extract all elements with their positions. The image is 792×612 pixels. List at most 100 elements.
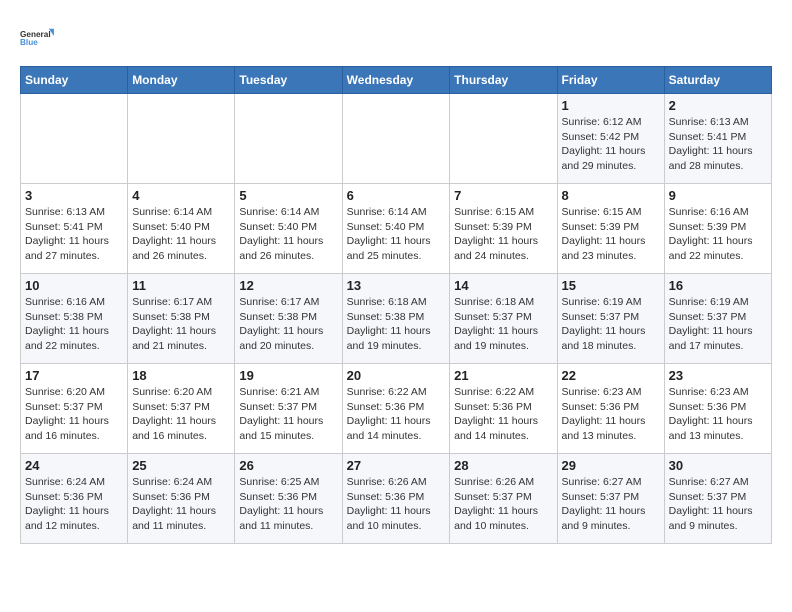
day-info: Sunrise: 6:17 AM Sunset: 5:38 PM Dayligh… [132, 295, 230, 354]
calendar-week-row: 3 Sunrise: 6:13 AM Sunset: 5:41 PM Daylig… [21, 184, 772, 274]
calendar-cell: 19 Sunrise: 6:21 AM Sunset: 5:37 PM Dayli… [235, 364, 342, 454]
day-number: 7 [454, 188, 552, 203]
day-info: Sunrise: 6:22 AM Sunset: 5:36 PM Dayligh… [454, 385, 552, 444]
day-info: Sunrise: 6:22 AM Sunset: 5:36 PM Dayligh… [347, 385, 446, 444]
calendar-cell: 29 Sunrise: 6:27 AM Sunset: 5:37 PM Dayli… [557, 454, 664, 544]
day-info: Sunrise: 6:24 AM Sunset: 5:36 PM Dayligh… [25, 475, 123, 534]
calendar-cell: 26 Sunrise: 6:25 AM Sunset: 5:36 PM Dayli… [235, 454, 342, 544]
calendar-cell: 8Sunrise: 6:15 AM Sunset: 5:39 PM Daylig… [557, 184, 664, 274]
day-number: 8 [562, 188, 660, 203]
day-info: Sunrise: 6:16 AM Sunset: 5:38 PM Dayligh… [25, 295, 123, 354]
day-info: Sunrise: 6:20 AM Sunset: 5:37 PM Dayligh… [132, 385, 230, 444]
calendar-day-header: Wednesday [342, 67, 450, 94]
calendar-cell [342, 94, 450, 184]
calendar-week-row: 10 Sunrise: 6:16 AM Sunset: 5:38 PM Dayli… [21, 274, 772, 364]
calendar-cell: 28Sunrise: 6:26 AM Sunset: 5:37 PM Dayli… [450, 454, 557, 544]
calendar-cell: 21Sunrise: 6:22 AM Sunset: 5:36 PM Dayli… [450, 364, 557, 454]
calendar-cell: 5Sunrise: 6:14 AM Sunset: 5:40 PM Daylig… [235, 184, 342, 274]
day-number: 27 [347, 458, 446, 473]
day-number: 10 [25, 278, 123, 293]
day-info: Sunrise: 6:27 AM Sunset: 5:37 PM Dayligh… [669, 475, 767, 534]
day-info: Sunrise: 6:25 AM Sunset: 5:36 PM Dayligh… [239, 475, 337, 534]
calendar-cell: 12 Sunrise: 6:17 AM Sunset: 5:38 PM Dayli… [235, 274, 342, 364]
day-info: Sunrise: 6:27 AM Sunset: 5:37 PM Dayligh… [562, 475, 660, 534]
calendar-cell: 14Sunrise: 6:18 AM Sunset: 5:37 PM Dayli… [450, 274, 557, 364]
svg-text:Blue: Blue [20, 38, 38, 47]
day-number: 12 [239, 278, 337, 293]
calendar-cell: 11 Sunrise: 6:17 AM Sunset: 5:38 PM Dayli… [128, 274, 235, 364]
day-number: 24 [25, 458, 123, 473]
day-number: 26 [239, 458, 337, 473]
calendar-cell: 25Sunrise: 6:24 AM Sunset: 5:36 PM Dayli… [128, 454, 235, 544]
calendar-week-row: 1 Sunrise: 6:12 AM Sunset: 5:42 PM Daylig… [21, 94, 772, 184]
calendar-body: 1 Sunrise: 6:12 AM Sunset: 5:42 PM Daylig… [21, 94, 772, 544]
calendar-cell: 4Sunrise: 6:14 AM Sunset: 5:40 PM Daylig… [128, 184, 235, 274]
calendar-day-header: Friday [557, 67, 664, 94]
calendar-cell: 17 Sunrise: 6:20 AM Sunset: 5:37 PM Dayli… [21, 364, 128, 454]
calendar-day-header: Tuesday [235, 67, 342, 94]
calendar-day-header: Thursday [450, 67, 557, 94]
day-number: 1 [562, 98, 660, 113]
day-info: Sunrise: 6:20 AM Sunset: 5:37 PM Dayligh… [25, 385, 123, 444]
day-info: Sunrise: 6:16 AM Sunset: 5:39 PM Dayligh… [669, 205, 767, 264]
calendar-cell: 7 Sunrise: 6:15 AM Sunset: 5:39 PM Daylig… [450, 184, 557, 274]
day-number: 29 [562, 458, 660, 473]
calendar-cell: 16Sunrise: 6:19 AM Sunset: 5:37 PM Dayli… [664, 274, 771, 364]
calendar-cell: 24 Sunrise: 6:24 AM Sunset: 5:36 PM Dayli… [21, 454, 128, 544]
day-number: 6 [347, 188, 446, 203]
calendar-cell: 18 Sunrise: 6:20 AM Sunset: 5:37 PM Dayli… [128, 364, 235, 454]
calendar-cell: 9 Sunrise: 6:16 AM Sunset: 5:39 PM Daylig… [664, 184, 771, 274]
calendar-cell: 23 Sunrise: 6:23 AM Sunset: 5:36 PM Dayli… [664, 364, 771, 454]
day-number: 25 [132, 458, 230, 473]
day-number: 22 [562, 368, 660, 383]
calendar-cell [128, 94, 235, 184]
day-number: 15 [562, 278, 660, 293]
calendar-table: SundayMondayTuesdayWednesdayThursdayFrid… [20, 66, 772, 544]
calendar-cell: 13 Sunrise: 6:18 AM Sunset: 5:38 PM Dayli… [342, 274, 450, 364]
day-number: 14 [454, 278, 552, 293]
day-number: 17 [25, 368, 123, 383]
day-number: 3 [25, 188, 123, 203]
calendar-header-row: SundayMondayTuesdayWednesdayThursdayFrid… [21, 67, 772, 94]
calendar-cell: 3 Sunrise: 6:13 AM Sunset: 5:41 PM Daylig… [21, 184, 128, 274]
calendar-cell: 1 Sunrise: 6:12 AM Sunset: 5:42 PM Daylig… [557, 94, 664, 184]
day-info: Sunrise: 6:18 AM Sunset: 5:38 PM Dayligh… [347, 295, 446, 354]
day-info: Sunrise: 6:26 AM Sunset: 5:36 PM Dayligh… [347, 475, 446, 534]
logo-svg: General Blue [20, 20, 56, 56]
calendar-day-header: Monday [128, 67, 235, 94]
day-number: 18 [132, 368, 230, 383]
page-header: General Blue [20, 20, 772, 56]
day-number: 11 [132, 278, 230, 293]
calendar-cell [450, 94, 557, 184]
day-number: 30 [669, 458, 767, 473]
day-number: 19 [239, 368, 337, 383]
calendar-cell: 6 Sunrise: 6:14 AM Sunset: 5:40 PM Daylig… [342, 184, 450, 274]
day-info: Sunrise: 6:19 AM Sunset: 5:37 PM Dayligh… [562, 295, 660, 354]
day-number: 9 [669, 188, 767, 203]
calendar-day-header: Saturday [664, 67, 771, 94]
day-info: Sunrise: 6:13 AM Sunset: 5:41 PM Dayligh… [669, 115, 767, 174]
logo: General Blue [20, 20, 56, 56]
calendar-cell: 27 Sunrise: 6:26 AM Sunset: 5:36 PM Dayli… [342, 454, 450, 544]
day-info: Sunrise: 6:17 AM Sunset: 5:38 PM Dayligh… [239, 295, 337, 354]
day-info: Sunrise: 6:13 AM Sunset: 5:41 PM Dayligh… [25, 205, 123, 264]
day-info: Sunrise: 6:14 AM Sunset: 5:40 PM Dayligh… [239, 205, 337, 264]
day-info: Sunrise: 6:14 AM Sunset: 5:40 PM Dayligh… [347, 205, 446, 264]
day-info: Sunrise: 6:15 AM Sunset: 5:39 PM Dayligh… [454, 205, 552, 264]
svg-text:General: General [20, 30, 51, 39]
day-info: Sunrise: 6:23 AM Sunset: 5:36 PM Dayligh… [669, 385, 767, 444]
day-number: 28 [454, 458, 552, 473]
calendar-week-row: 24 Sunrise: 6:24 AM Sunset: 5:36 PM Dayli… [21, 454, 772, 544]
calendar-cell: 22Sunrise: 6:23 AM Sunset: 5:36 PM Dayli… [557, 364, 664, 454]
day-info: Sunrise: 6:21 AM Sunset: 5:37 PM Dayligh… [239, 385, 337, 444]
day-number: 16 [669, 278, 767, 293]
day-info: Sunrise: 6:12 AM Sunset: 5:42 PM Dayligh… [562, 115, 660, 174]
day-number: 23 [669, 368, 767, 383]
calendar-cell: 2Sunrise: 6:13 AM Sunset: 5:41 PM Daylig… [664, 94, 771, 184]
day-number: 13 [347, 278, 446, 293]
calendar-day-header: Sunday [21, 67, 128, 94]
calendar-cell: 30 Sunrise: 6:27 AM Sunset: 5:37 PM Dayli… [664, 454, 771, 544]
calendar-cell [21, 94, 128, 184]
calendar-week-row: 17 Sunrise: 6:20 AM Sunset: 5:37 PM Dayli… [21, 364, 772, 454]
day-number: 4 [132, 188, 230, 203]
